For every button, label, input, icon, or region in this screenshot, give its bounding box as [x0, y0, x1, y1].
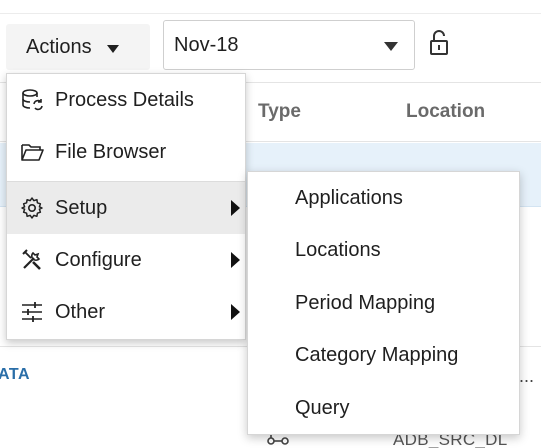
- folder-icon: [21, 144, 44, 161]
- submenu-item-label: Category Mapping: [295, 343, 459, 366]
- column-header-type[interactable]: Type: [258, 101, 301, 123]
- submenu-item-applications[interactable]: Applications: [248, 172, 519, 224]
- menu-item-label: Process Details: [55, 88, 194, 111]
- unlock-icon[interactable]: [429, 30, 449, 56]
- menu-item-setup[interactable]: Setup: [7, 182, 245, 234]
- menu-item-label: File Browser: [55, 140, 167, 163]
- toolbar: Actions Nov-18: [0, 0, 541, 82]
- submenu-arrow-icon: [231, 304, 240, 320]
- row-ellipsis: ...: [519, 366, 535, 386]
- sliders-icon: [22, 302, 42, 322]
- period-select-value: Nov-18: [174, 33, 239, 56]
- submenu-item-label: Locations: [295, 238, 381, 261]
- row-link[interactable]: ATA: [0, 366, 30, 384]
- setup-submenu: Applications Locations Period Mapping Ca…: [247, 171, 520, 435]
- submenu-item-period-mapping[interactable]: Period Mapping: [248, 277, 519, 329]
- submenu-item-locations[interactable]: Locations: [248, 224, 519, 276]
- submenu-arrow-icon: [231, 200, 240, 216]
- tools-icon: [22, 249, 41, 270]
- submenu-arrow-icon: [231, 252, 240, 268]
- column-header-location[interactable]: Location: [406, 101, 485, 123]
- submenu-item-category-mapping[interactable]: Category Mapping: [248, 329, 519, 381]
- actions-button-label: Actions: [26, 35, 92, 58]
- toolbar-top-divider: [0, 0, 541, 14]
- submenu-item-label: Query: [295, 396, 350, 419]
- submenu-item-query[interactable]: Query: [248, 382, 519, 434]
- menu-item-other[interactable]: Other: [7, 286, 245, 338]
- menu-item-label: Configure: [55, 248, 142, 271]
- menu-item-configure[interactable]: Configure: [7, 234, 245, 286]
- actions-menu: Process Details File Browser Setup Confi…: [6, 73, 246, 340]
- gear-icon: [21, 197, 43, 219]
- menu-item-process-details[interactable]: Process Details: [7, 74, 245, 126]
- period-select[interactable]: Nov-18: [163, 20, 415, 70]
- menu-item-label: Other: [55, 300, 106, 323]
- actions-button[interactable]: Actions: [6, 24, 150, 70]
- submenu-item-label: Period Mapping: [295, 291, 436, 314]
- caret-down-icon: [384, 42, 398, 51]
- menu-item-label: Setup: [55, 196, 108, 219]
- submenu-item-label: Applications: [295, 186, 403, 209]
- menu-item-file-browser[interactable]: File Browser: [7, 126, 245, 178]
- process-details-icon: [22, 89, 43, 111]
- caret-down-icon: [106, 44, 119, 53]
